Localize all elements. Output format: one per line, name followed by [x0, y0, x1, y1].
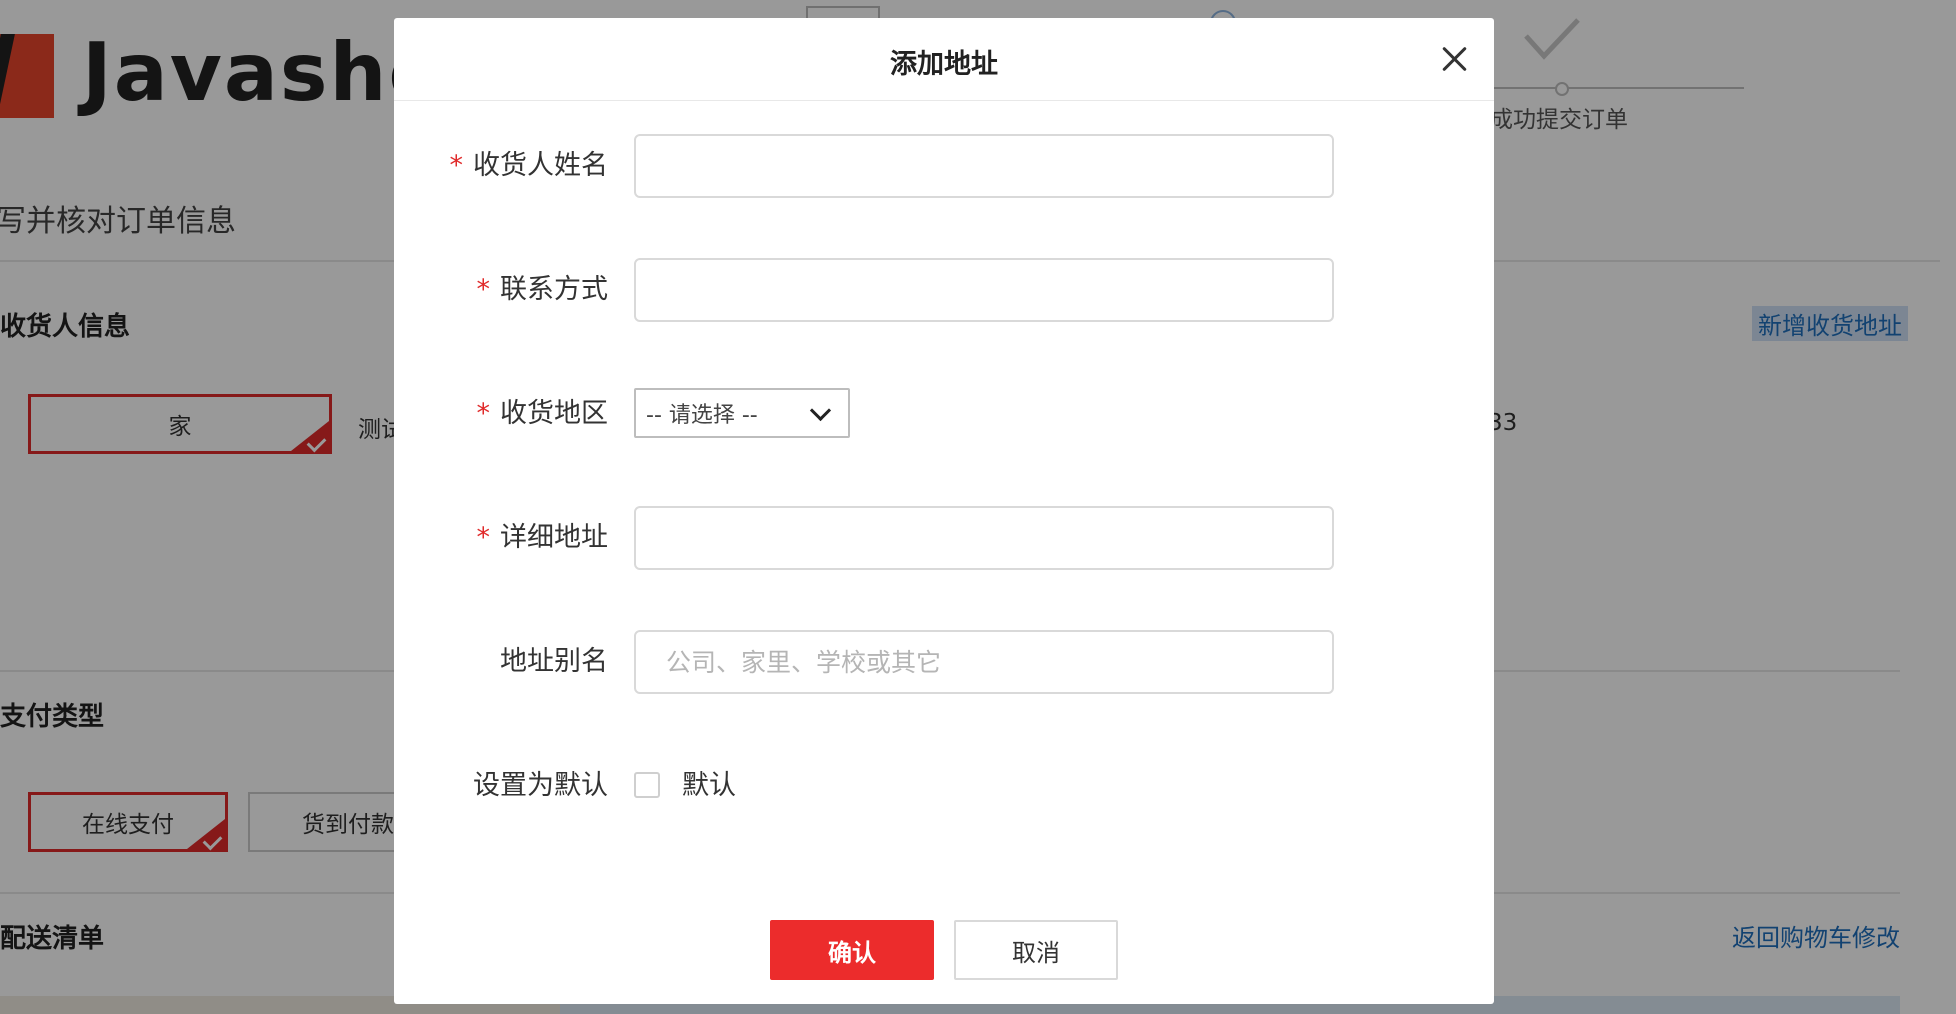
form-row-name: * 收货人姓名: [394, 134, 1494, 198]
region-select-value: -- 请选择 --: [646, 403, 758, 428]
add-address-dialog: 添加地址 * 收货人姓名 * 联系方式 * 收货地区 -- 请选择 -- * 详细地址 …: [394, 18, 1494, 1004]
required-mark: *: [476, 398, 491, 429]
alias-label: 地址别名: [500, 646, 608, 677]
form-row-detail: * 详细地址: [394, 506, 1494, 570]
chevron-down-icon: [809, 399, 832, 422]
dialog-header: 添加地址: [394, 18, 1494, 101]
form-row-phone: * 联系方式: [394, 258, 1494, 322]
name-label: * 收货人姓名: [449, 150, 609, 181]
form-row-default: 设置为默认 默认: [394, 754, 1494, 818]
default-label: 设置为默认: [473, 770, 608, 801]
address-alias-input[interactable]: [634, 630, 1334, 694]
phone-label: * 联系方式: [476, 274, 609, 305]
dialog-title: 添加地址: [890, 49, 998, 80]
region-label: * 收货地区: [476, 398, 609, 429]
form-row-region: * 收货地区 -- 请选择 --: [394, 382, 1494, 446]
detail-label: * 详细地址: [476, 522, 609, 553]
phone-input[interactable]: [634, 258, 1334, 322]
required-mark: *: [476, 522, 491, 553]
cancel-button[interactable]: 取消: [954, 920, 1118, 980]
close-icon[interactable]: [1436, 40, 1474, 78]
detail-address-input[interactable]: [634, 506, 1334, 570]
required-mark: *: [449, 150, 464, 181]
form-row-alias: 地址别名: [394, 630, 1494, 694]
receiver-name-input[interactable]: [634, 134, 1334, 198]
confirm-button[interactable]: 确认: [770, 920, 934, 980]
region-select[interactable]: -- 请选择 --: [634, 388, 850, 438]
required-mark: *: [476, 274, 491, 305]
default-checkbox-label[interactable]: 默认: [682, 754, 736, 818]
default-checkbox[interactable]: [634, 772, 660, 798]
